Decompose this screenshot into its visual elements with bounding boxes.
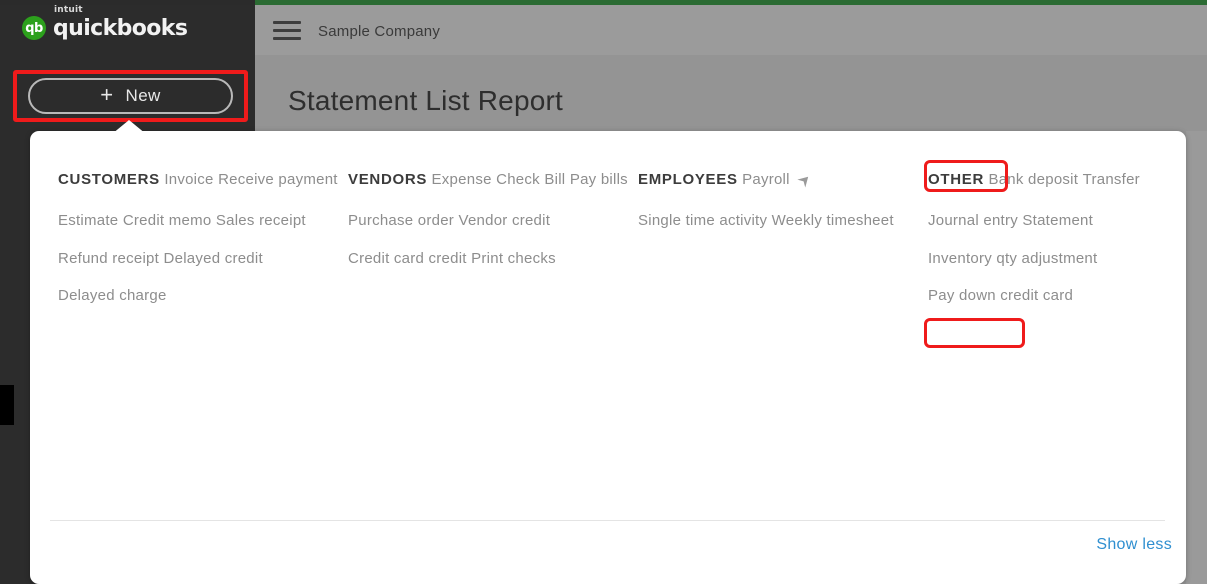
- menu-item-receive-payment[interactable]: Receive payment: [218, 169, 338, 191]
- menu-item-label: Invoice: [164, 171, 214, 188]
- menu-item-journal-entry[interactable]: Journal entry: [928, 210, 1018, 232]
- plus-icon: +: [100, 82, 114, 107]
- company-name: Sample Company: [318, 23, 441, 40]
- menu-item-credit-card-credit[interactable]: Credit card credit: [348, 248, 467, 270]
- rocket-arrow-icon: ⮝: [794, 170, 815, 190]
- menu-item-purchase-order[interactable]: Purchase order: [348, 210, 454, 232]
- menu-item-weekly-timesheet[interactable]: Weekly timesheet: [772, 210, 894, 232]
- menu-item-label: Pay bills: [569, 171, 628, 188]
- menu-item-label: Sales receipt: [215, 212, 306, 229]
- menu-item-pay-down-credit-card[interactable]: Pay down credit card: [928, 285, 1073, 307]
- menu-item-label: Payroll: [742, 171, 790, 188]
- logo-wordmark: intuit quickbooks: [53, 5, 188, 41]
- menu-item-label: Statement: [1022, 212, 1094, 229]
- menu-item-label: Bill: [544, 171, 566, 188]
- menu-item-estimate[interactable]: Estimate: [58, 210, 118, 232]
- menu-item-label: Pay down credit card: [928, 287, 1074, 304]
- menu-item-label: Estimate: [58, 212, 119, 229]
- menu-item-label: Vendor credit: [458, 212, 551, 229]
- column-other: OTHER Bank deposit Transfer Journal entr…: [928, 169, 1186, 323]
- column-employees: EMPLOYEES Payroll ⮝ Single time activity…: [638, 169, 918, 248]
- new-button[interactable]: + New: [28, 78, 233, 114]
- menu-item-credit-memo[interactable]: Credit memo: [123, 210, 212, 232]
- menu-item-sales-receipt[interactable]: Sales receipt: [216, 210, 306, 232]
- create-menu-columns: CUSTOMERS Invoice Receive payment Estima…: [30, 131, 1186, 511]
- menu-item-transfer[interactable]: Transfer: [1083, 169, 1140, 191]
- menu-item-label: Receive payment: [218, 171, 338, 188]
- customers-column-title: CUSTOMERS: [58, 171, 160, 188]
- menu-item-label: Expense: [431, 171, 492, 188]
- hamburger-bar: [273, 37, 301, 40]
- show-less-link[interactable]: Show less: [1096, 536, 1172, 554]
- menu-item-expense[interactable]: Expense: [432, 169, 492, 191]
- panel-right-gutter: [1186, 131, 1207, 584]
- menu-item-label: Credit memo: [122, 212, 212, 229]
- menu-item-label: Single time activity: [638, 212, 768, 229]
- menu-item-label: Refund receipt: [58, 249, 160, 267]
- menu-item-label: Credit card credit: [348, 249, 467, 267]
- menu-item-label: Purchase order: [348, 212, 455, 229]
- menu-item-label: Transfer: [1082, 171, 1140, 188]
- menu-item-vendor-credit[interactable]: Vendor credit: [459, 210, 551, 232]
- column-vendors: VENDORS Expense Check Bill Pay bills Pur…: [348, 169, 628, 285]
- menu-item-label: Print checks: [471, 249, 556, 267]
- quickbooks-app-window: qb intuit quickbooks + New Sample Compan…: [0, 0, 1207, 584]
- menu-item-payroll[interactable]: Payroll ⮝: [742, 169, 815, 191]
- employees-column-title: EMPLOYEES: [638, 171, 738, 188]
- menu-item-label: Delayed credit: [163, 249, 263, 267]
- panel-divider: [50, 520, 1165, 521]
- other-column-title: OTHER: [928, 171, 984, 188]
- quickbooks-text: quickbooks: [53, 15, 188, 41]
- menu-item-check[interactable]: Check: [496, 169, 540, 191]
- create-menu-panel: CUSTOMERS Invoice Receive payment Estima…: [30, 131, 1186, 584]
- vendors-column-title: VENDORS: [348, 171, 428, 188]
- menu-item-bill[interactable]: Bill: [544, 169, 565, 191]
- menu-item-inventory-qty-adjustment[interactable]: Inventory qty adjustment: [928, 248, 1097, 270]
- menu-item-pay-bills[interactable]: Pay bills: [570, 169, 628, 191]
- page-subheader: Statement List Report: [255, 55, 1207, 131]
- menu-item-label: Check: [496, 171, 540, 188]
- menu-item-delayed-credit[interactable]: Delayed credit: [164, 248, 263, 270]
- qb-badge-icon: qb: [22, 16, 46, 40]
- quickbooks-logo: qb intuit quickbooks: [22, 5, 188, 43]
- column-customers: CUSTOMERS Invoice Receive payment Estima…: [58, 169, 338, 323]
- menu-item-statement[interactable]: Statement: [1022, 210, 1093, 232]
- menu-item-delayed-charge[interactable]: Delayed charge: [58, 285, 167, 307]
- hamburger-bar: [273, 29, 301, 32]
- menu-item-label: Inventory qty adjustment: [928, 249, 1098, 267]
- menu-item-label: Bank deposit: [988, 171, 1079, 188]
- menu-item-label: Journal entry: [928, 212, 1018, 229]
- menu-item-bank-deposit[interactable]: Bank deposit: [988, 169, 1078, 191]
- menu-item-invoice[interactable]: Invoice: [164, 169, 213, 191]
- hamburger-icon[interactable]: [273, 21, 301, 41]
- menu-item-print-checks[interactable]: Print checks: [471, 248, 556, 270]
- page-title: Statement List Report: [288, 85, 563, 116]
- sidebar-scrollbar-thumb[interactable]: [0, 385, 14, 425]
- menu-item-single-time-activity[interactable]: Single time activity: [638, 210, 767, 232]
- hamburger-bar: [273, 21, 301, 24]
- menu-item-label: Weekly timesheet: [771, 212, 894, 229]
- new-button-label: New: [125, 86, 161, 105]
- intuit-text: intuit: [54, 4, 83, 15]
- menu-item-refund-receipt[interactable]: Refund receipt: [58, 248, 159, 270]
- app-header: Sample Company: [255, 5, 1207, 55]
- panel-caret: [112, 120, 146, 134]
- menu-item-label: Delayed charge: [58, 287, 167, 304]
